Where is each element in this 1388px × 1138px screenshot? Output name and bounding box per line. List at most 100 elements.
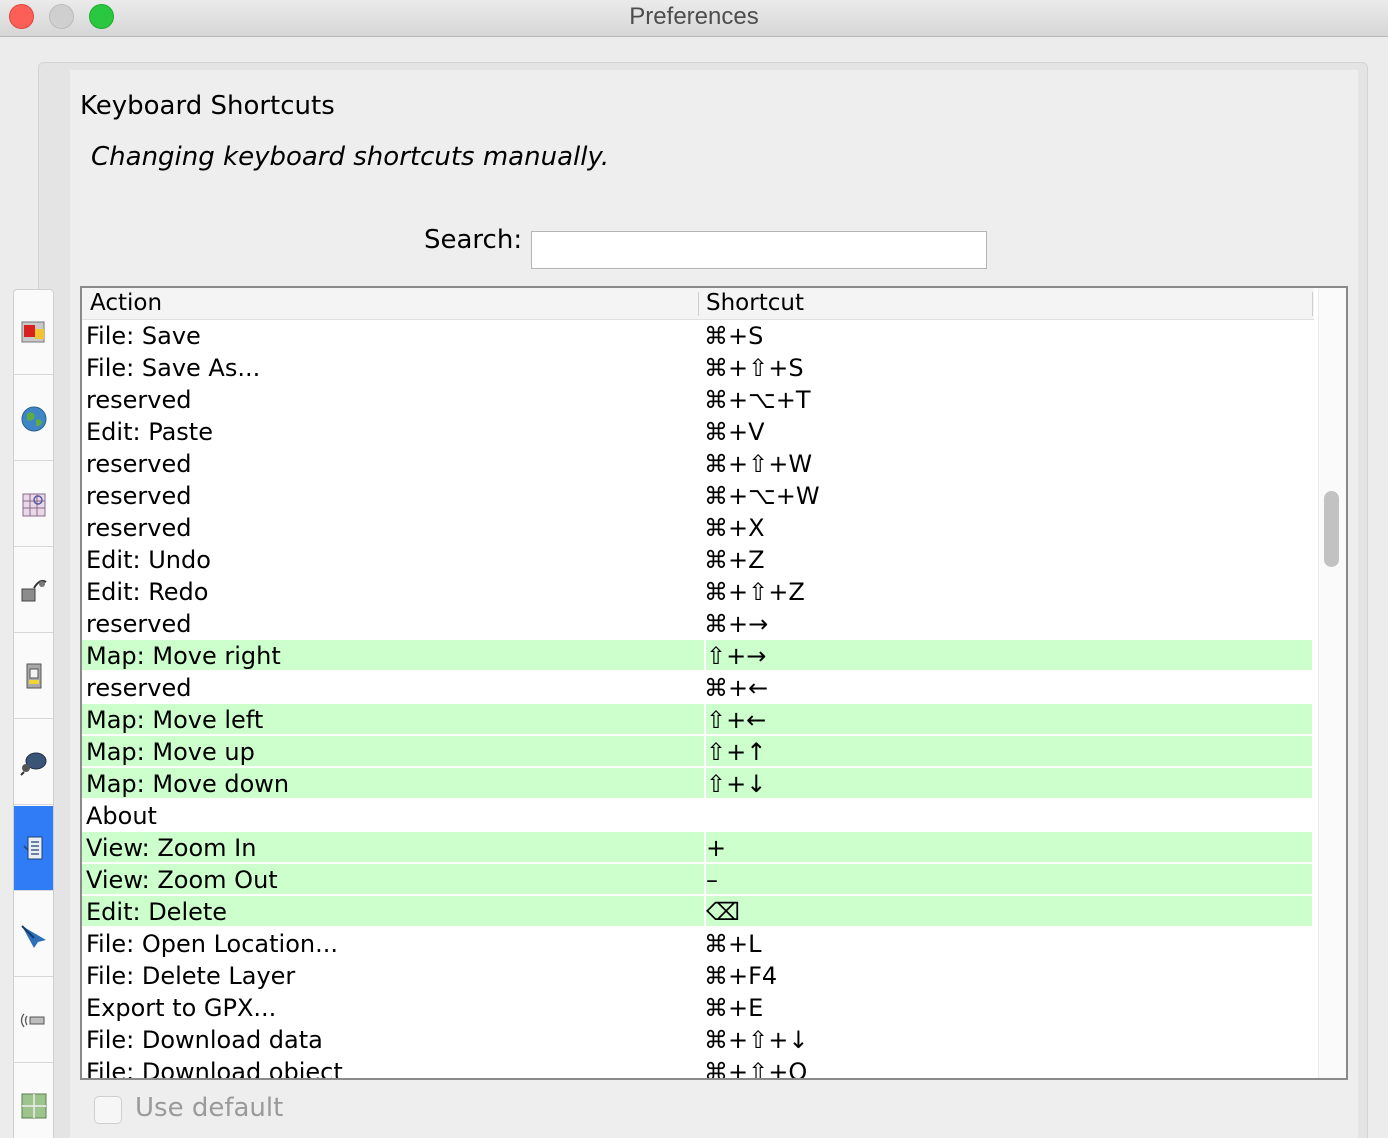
table-row[interactable]: reserved ⌘+X: [82, 512, 1312, 544]
action-cell: File: Save: [86, 322, 201, 350]
table-row[interactable]: Edit: Paste ⌘+V: [82, 416, 1312, 448]
shortcut-cell[interactable]: ⌘+Z: [704, 544, 1304, 576]
table-row[interactable]: Map: Move left ⇧+←: [82, 704, 1312, 736]
table-row[interactable]: About: [82, 800, 1312, 832]
table-row[interactable]: File: Save As... ⌘+⇧+S: [82, 352, 1312, 384]
action-cell: File: Download object: [86, 1058, 343, 1080]
scrollbar-thumb[interactable]: [1324, 491, 1339, 567]
shortcut-cell[interactable]: ⇧+←: [704, 704, 1304, 736]
action-cell: reserved: [86, 450, 192, 478]
shortcut-cell[interactable]: ⇧+→: [704, 640, 1304, 672]
table-row[interactable]: Edit: Redo ⌘+⇧+Z: [82, 576, 1312, 608]
table-row[interactable]: reserved ⌘+→: [82, 608, 1312, 640]
table-row[interactable]: View: Zoom In +: [82, 832, 1312, 864]
shortcut-cell[interactable]: ⌘+⌥+W: [704, 480, 1304, 512]
shortcut-cell[interactable]: ⌘+E: [704, 992, 1304, 1024]
action-cell: View: Zoom Out: [86, 866, 278, 894]
table-header: Action Shortcut: [82, 288, 1314, 320]
title-bar: Preferences: [0, 0, 1388, 37]
table-scrollbar[interactable]: [1318, 288, 1346, 1078]
shortcut-cell[interactable]: ⌘+→: [704, 608, 1304, 640]
sidebar-item-projection[interactable]: [14, 634, 53, 719]
audio-icon: [20, 1013, 44, 1028]
action-cell: Map: Move up: [86, 738, 255, 766]
table-row[interactable]: reserved ⌘+⌥+W: [82, 480, 1312, 512]
page-title: Keyboard Shortcuts: [80, 91, 335, 121]
action-cell: Map: Move down: [86, 770, 290, 798]
shortcut-cell[interactable]: ⇧+↓: [704, 768, 1304, 800]
action-cell: reserved: [86, 514, 192, 542]
shortcut-cell[interactable]: ⌘+⇧+O: [704, 1056, 1304, 1078]
action-cell: Edit: Delete: [86, 898, 228, 926]
sidebar-item-shortcuts[interactable]: [14, 806, 53, 891]
shortcut-cell[interactable]: ⌘+⇧+↓: [704, 1024, 1304, 1056]
table-row[interactable]: View: Zoom Out –: [82, 864, 1312, 896]
table-row[interactable]: File: Download object ⌘+⇧+O: [82, 1056, 1312, 1080]
shortcut-cell[interactable]: ⌘+⇧+W: [704, 448, 1304, 480]
column-header-action[interactable]: Action: [90, 290, 162, 316]
map-grid-icon: [22, 493, 45, 517]
remote-control-icon: [19, 752, 46, 776]
action-cell: Export to GPX...: [86, 994, 277, 1022]
shortcut-cell[interactable]: ⌘+L: [704, 928, 1304, 960]
sidebar-item-display[interactable]: [14, 290, 53, 375]
action-cell: reserved: [86, 482, 192, 510]
table-row[interactable]: reserved ⌘+⇧+W: [82, 448, 1312, 480]
shortcut-cell[interactable]: ⌘+←: [704, 672, 1304, 704]
action-cell: Edit: Paste: [86, 418, 213, 446]
sidebar-item-remote-control[interactable]: [14, 720, 53, 805]
table-row[interactable]: File: Delete Layer ⌘+F4: [82, 960, 1312, 992]
wms-tms-icon: [21, 1093, 46, 1119]
sidebar-item-validator[interactable]: [14, 892, 53, 977]
keyboard-icon: [22, 836, 42, 860]
globe-icon: [21, 406, 46, 432]
table-row[interactable]: Edit: Delete ⌫: [82, 896, 1312, 928]
search-label: Search:: [424, 225, 523, 255]
table-row[interactable]: Map: Move up ⇧+↑: [82, 736, 1312, 768]
column-header-shortcut[interactable]: Shortcut: [706, 290, 804, 316]
plugin-icon: [21, 579, 47, 602]
sidebar-item-plugins[interactable]: [14, 548, 53, 633]
shortcut-cell[interactable]: ⌘+F4: [704, 960, 1304, 992]
sidebar-item-imagery[interactable]: [14, 1064, 53, 1138]
shortcut-cell[interactable]: +: [704, 832, 1304, 864]
action-cell: reserved: [86, 674, 192, 702]
shortcut-cell[interactable]: [704, 800, 1304, 832]
table-row[interactable]: File: Save ⌘+S: [82, 320, 1312, 352]
shortcut-cell[interactable]: ⇧+↑: [704, 736, 1304, 768]
validator-icon: [20, 925, 46, 948]
shortcut-cell[interactable]: ⌘+⇧+S: [704, 352, 1304, 384]
sidebar-item-map[interactable]: [14, 462, 53, 547]
display-prefs-icon: [21, 321, 44, 343]
page-subtitle: Changing keyboard shortcuts manually.: [91, 142, 610, 172]
preferences-sidebar: [13, 289, 54, 1138]
table-row[interactable]: Export to GPX... ⌘+E: [82, 992, 1312, 1024]
action-cell: File: Save As...: [86, 354, 261, 382]
table-row[interactable]: File: Open Location... ⌘+L: [82, 928, 1312, 960]
table-row[interactable]: Map: Move down ⇧+↓: [82, 768, 1312, 800]
action-cell: Map: Move right: [86, 642, 281, 670]
sidebar-item-connection[interactable]: [14, 376, 53, 461]
table-row[interactable]: Map: Move right ⇧+→: [82, 640, 1312, 672]
action-cell: View: Zoom In: [86, 834, 257, 862]
shortcut-cell[interactable]: ⌘+S: [704, 320, 1304, 352]
column-divider[interactable]: [698, 292, 699, 316]
action-cell: Map: Move left: [86, 706, 264, 734]
shortcut-cell[interactable]: ⌘+⇧+Z: [704, 576, 1304, 608]
action-cell: Edit: Undo: [86, 546, 211, 574]
table-row[interactable]: Edit: Undo ⌘+Z: [82, 544, 1312, 576]
shortcut-cell[interactable]: ⌘+V: [704, 416, 1304, 448]
table-row[interactable]: File: Download data ⌘+⇧+↓: [82, 1024, 1312, 1056]
shortcut-cell[interactable]: ⌘+⌥+T: [704, 384, 1304, 416]
shortcut-cell[interactable]: ⌘+X: [704, 512, 1304, 544]
action-cell: File: Download data: [86, 1026, 323, 1054]
shortcut-cell[interactable]: –: [704, 864, 1304, 896]
sidebar-item-audio[interactable]: [14, 978, 53, 1063]
use-default-checkbox[interactable]: [94, 1096, 122, 1124]
search-input[interactable]: [531, 231, 987, 269]
table-body: File: Save ⌘+S File: Save As... ⌘+⇧+S reserv…: [82, 320, 1312, 1080]
action-cell: reserved: [86, 386, 192, 414]
shortcut-cell[interactable]: ⌫: [704, 896, 1304, 928]
table-row[interactable]: reserved ⌘+←: [82, 672, 1312, 704]
table-row[interactable]: reserved ⌘+⌥+T: [82, 384, 1312, 416]
